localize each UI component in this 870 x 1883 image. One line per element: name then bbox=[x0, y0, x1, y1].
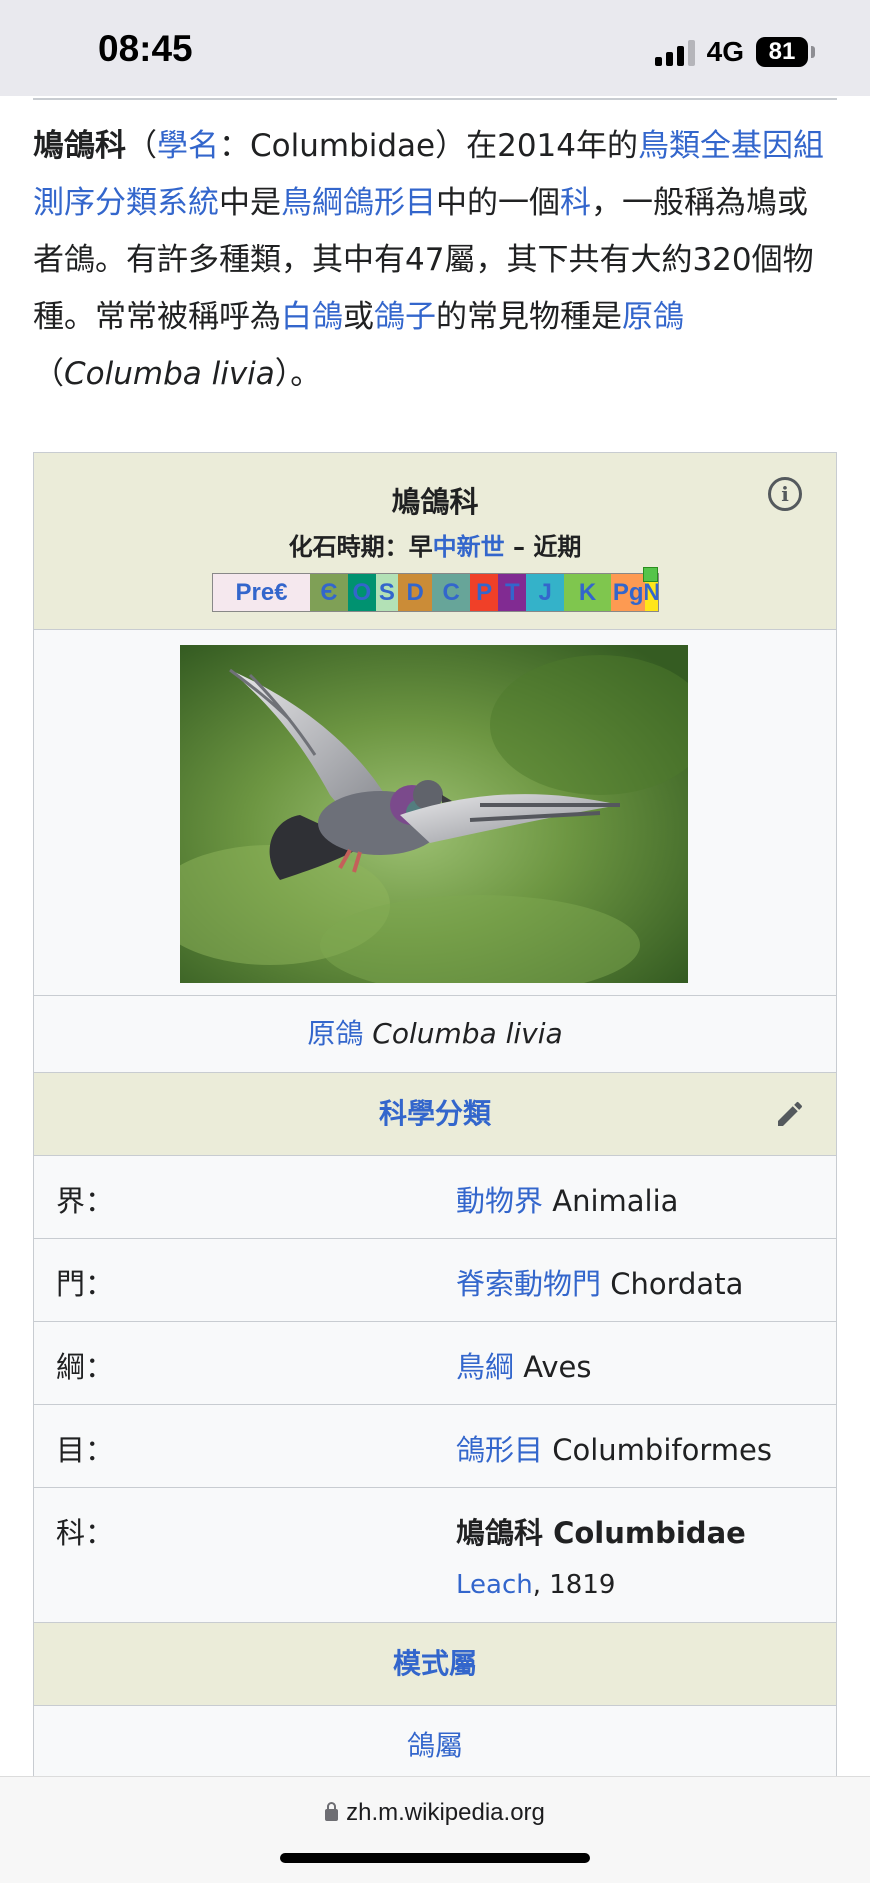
scientific-name: Columba livia bbox=[64, 356, 275, 392]
lock-icon bbox=[325, 1802, 339, 1821]
timescale-segment[interactable]: D bbox=[397, 574, 433, 611]
signal-icon bbox=[654, 38, 695, 66]
rank-label: 目： bbox=[56, 1433, 115, 1467]
type-genus-cell: 鴿屬 bbox=[34, 1706, 836, 1776]
taxon-value: 鴿形目 Columbiformes bbox=[456, 1433, 772, 1467]
home-indicator[interactable] bbox=[280, 1853, 590, 1863]
taxon-row-kingdom: 界： 動物界 Animalia bbox=[34, 1156, 836, 1239]
rank-label: 界： bbox=[56, 1184, 115, 1218]
taxobox-header: 鳩鴿科 i 化石時期：早中新世 – 近期 Pre€ Є O S D C P T J K Pg N bbox=[34, 453, 836, 630]
taxon-value: 動物界 Animalia bbox=[456, 1184, 679, 1218]
rank-label: 綱： bbox=[56, 1350, 115, 1384]
link-animalia[interactable]: 動物界 bbox=[456, 1184, 543, 1218]
taxon-authority: Leach, 1819 bbox=[456, 1570, 616, 1600]
status-bar: 08:45 4G 81 bbox=[0, 0, 870, 96]
link-scientific-name[interactable]: 學名 bbox=[157, 128, 219, 164]
timescale-segment[interactable]: Pg bbox=[610, 574, 646, 611]
link-columbiformes-taxon[interactable]: 鴿形目 bbox=[456, 1433, 543, 1467]
status-time: 08:45 bbox=[98, 28, 193, 69]
link-pigeon[interactable]: 鴿子 bbox=[374, 299, 436, 335]
taxobox: 鳩鴿科 i 化石時期：早中新世 – 近期 Pre€ Є O S D C P T J K Pg N bbox=[33, 452, 837, 1777]
status-indicators: 4G 81 bbox=[654, 34, 815, 70]
caption-scientific-name: Columba livia bbox=[372, 1017, 563, 1050]
link-caption-rock-dove[interactable]: 原鴿 bbox=[307, 1017, 363, 1050]
timescale-segment[interactable]: K bbox=[563, 574, 611, 611]
fossil-range: 化石時期：早中新世 – 近期 bbox=[288, 533, 582, 561]
battery-icon: 81 bbox=[756, 37, 815, 67]
divider bbox=[33, 98, 837, 100]
link-family[interactable]: 科 bbox=[560, 185, 591, 221]
timescale-segment[interactable]: J bbox=[526, 574, 564, 611]
link-chordata[interactable]: 脊索動物門 bbox=[456, 1267, 601, 1301]
rock-dove-photo[interactable] bbox=[180, 645, 688, 983]
link-columba[interactable]: 鴿屬 bbox=[407, 1729, 463, 1762]
fossil-range-marker bbox=[643, 567, 658, 582]
link-leach[interactable]: Leach bbox=[456, 1570, 533, 1600]
timescale-segment[interactable]: P bbox=[469, 574, 499, 611]
link-type-genus[interactable]: 模式屬 bbox=[393, 1647, 477, 1680]
link-aves-taxon[interactable]: 鳥綱 bbox=[456, 1350, 514, 1384]
taxon-row-family: 科： 鳩鴿科 Columbidae Leach, 1819 bbox=[34, 1488, 836, 1623]
type-genus-heading: 模式屬 bbox=[34, 1623, 836, 1706]
timescale-segment[interactable]: Є bbox=[310, 574, 348, 611]
timescale-segment[interactable]: S bbox=[375, 574, 398, 611]
taxon-row-class: 綱： 鳥綱 Aves bbox=[34, 1322, 836, 1405]
url-text: zh.m.wikipedia.org bbox=[346, 1799, 545, 1826]
link-rock-dove[interactable]: 原鴿 bbox=[622, 299, 684, 335]
taxobox-title: 鳩鴿科 bbox=[391, 485, 479, 519]
link-early-miocene[interactable]: 中新世 bbox=[433, 533, 505, 561]
intro-paragraph: 鳩鴿科（學名：Columbidae）在2014年的鳥類全基因組測序分類系統中是鳥… bbox=[33, 128, 824, 392]
link-aves[interactable]: 鳥綱 bbox=[281, 185, 343, 221]
link-white-dove[interactable]: 白鴿 bbox=[281, 299, 343, 335]
info-icon[interactable]: i bbox=[768, 477, 802, 511]
url-display[interactable]: zh.m.wikipedia.org bbox=[0, 1799, 870, 1827]
timescale-segment[interactable]: T bbox=[498, 574, 527, 611]
link-columbiformes[interactable]: 鴿形目 bbox=[343, 185, 436, 221]
taxon-value: 鳥綱 Aves bbox=[456, 1350, 592, 1384]
taxon-row-order: 目： 鴿形目 Columbiformes bbox=[34, 1405, 836, 1488]
edit-pencil-icon[interactable] bbox=[774, 1098, 806, 1130]
taxon-row-phylum: 門： 脊索動物門 Chordata bbox=[34, 1239, 836, 1322]
classification-heading: 科學分類 bbox=[34, 1073, 836, 1156]
link-scientific-classification[interactable]: 科學分類 bbox=[379, 1097, 491, 1130]
rank-label: 科： bbox=[56, 1516, 115, 1550]
timescale-segment[interactable]: O bbox=[347, 574, 376, 611]
timescale-segment[interactable]: C bbox=[432, 574, 470, 611]
family-name: 鳩鴿科 Columbidae bbox=[456, 1516, 746, 1550]
pigeon-illustration bbox=[180, 645, 688, 983]
article-subject: 鳩鴿科 bbox=[33, 128, 126, 164]
taxon-value: 脊索動物門 Chordata bbox=[456, 1267, 744, 1301]
browser-url-bar[interactable]: zh.m.wikipedia.org bbox=[0, 1776, 870, 1883]
geologic-timescale-bar: Pre€ Є O S D C P T J K Pg N bbox=[212, 573, 659, 612]
network-type: 4G bbox=[706, 36, 744, 67]
rank-label: 門： bbox=[56, 1267, 115, 1301]
taxobox-image-cell bbox=[34, 630, 836, 996]
timescale-segment[interactable]: Pre€ bbox=[213, 574, 311, 611]
battery-level: 81 bbox=[768, 38, 796, 65]
image-caption: 原鴿 Columba livia bbox=[34, 996, 836, 1073]
